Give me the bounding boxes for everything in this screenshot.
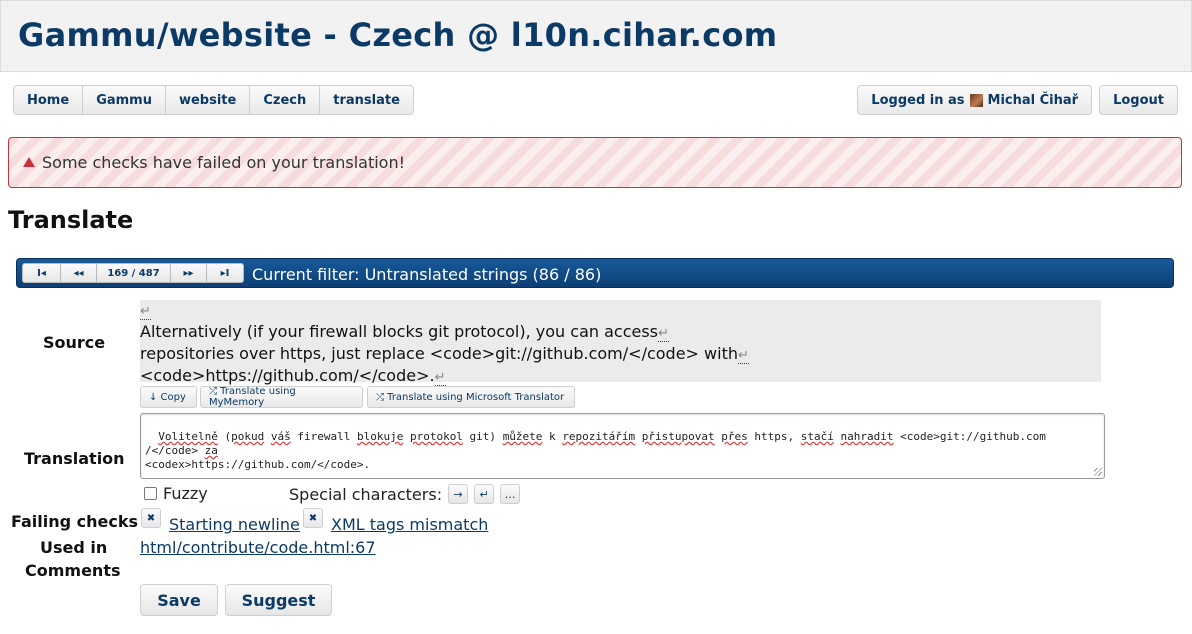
fuzzy-option: Fuzzy	[144, 484, 208, 503]
misspelled-word: za	[204, 444, 218, 457]
copy-button[interactable]: ↓ Copy	[140, 386, 197, 408]
misspelled-word: protokol	[409, 430, 463, 443]
previous-unit-button[interactable]: ◂◂	[60, 263, 96, 283]
translation-text	[264, 430, 271, 443]
translation-text	[403, 430, 410, 443]
save-button[interactable]: Save	[140, 584, 218, 616]
avatar	[969, 93, 983, 107]
unit-navigation-bar: I◂ ◂◂ 169 / 487 ▸▸ ▸I Current filter: Un…	[16, 258, 1174, 288]
misspelled-word: přistupovat	[641, 430, 715, 443]
source-text: ↵ Alternatively (if your firewall blocks…	[140, 300, 1101, 386]
translation-text	[635, 430, 642, 443]
failing-checks-label: Failing checks	[11, 512, 139, 531]
source-location-link[interactable]: html/contribute/code.html:67	[140, 538, 376, 557]
misspelled-word: pokud	[231, 430, 265, 443]
newline-marker: ↵	[434, 370, 446, 386]
insert-newline-button[interactable]: ↵	[474, 484, 495, 504]
dismiss-check-button[interactable]: ✖	[303, 508, 323, 528]
page-title: Translate	[8, 206, 134, 234]
translate-mymemory-button[interactable]: ⤮ Translate using MyMemory	[200, 386, 363, 408]
current-filter: Current filter: Untranslated strings (86…	[252, 265, 602, 284]
comments-label: Comments	[25, 561, 121, 580]
source-line: repositories over https, just replace <c…	[140, 344, 738, 363]
misspelled-word: Volitelně	[158, 430, 218, 443]
misspelled-word: repozitářím	[562, 430, 636, 443]
first-unit-button[interactable]: I◂	[22, 263, 60, 283]
breadcrumb-home[interactable]: Home	[13, 85, 83, 115]
next-unit-button[interactable]: ▸▸	[170, 263, 206, 283]
alert-text: Some checks have failed on your translat…	[42, 153, 406, 172]
failed-checks-alert: Some checks have failed on your translat…	[8, 137, 1182, 188]
user-profile-button[interactable]: Logged in as Michal Čihař	[857, 85, 1093, 115]
breadcrumb-component[interactable]: website	[164, 85, 250, 115]
logout-button[interactable]: Logout	[1099, 85, 1178, 115]
logged-in-label: Logged in as	[871, 92, 965, 108]
dismiss-check-button[interactable]: ✖	[141, 508, 161, 528]
misspelled-word: nahradit	[840, 430, 894, 443]
newline-marker: ↵	[140, 304, 151, 320]
breadcrumb-project[interactable]: Gammu	[82, 85, 165, 115]
breadcrumb-language[interactable]: Czech	[249, 85, 320, 115]
misspelled-word: váš	[270, 430, 291, 443]
newline-marker: ↵	[658, 326, 669, 342]
translation-text: <codex>https://github.com/</code>.	[145, 458, 371, 471]
translate-microsoft-button[interactable]: ⤮ Translate using Microsoft Translator	[367, 386, 575, 408]
site-header: Gammu/website - Czech @ l10n.cihar.com	[0, 0, 1192, 72]
fuzzy-label: Fuzzy	[163, 484, 208, 503]
misspelled-word: můžete	[502, 430, 543, 443]
breadcrumb: Home Gammu website Czech translate	[13, 85, 414, 115]
translation-text: (	[217, 430, 232, 443]
insert-tab-button[interactable]: →	[448, 484, 469, 504]
source-label: Source	[43, 333, 106, 352]
user-name: Michal Čihař	[987, 92, 1079, 108]
site-title: Gammu/website - Czech @ l10n.cihar.com	[18, 16, 778, 54]
newline-marker: ↵	[737, 348, 749, 364]
insert-ellipsis-button[interactable]: ...	[500, 484, 521, 504]
translation-text	[834, 430, 841, 443]
check-starting-newline[interactable]: Starting newline	[169, 515, 300, 534]
translation-text: https,	[747, 430, 801, 443]
misspelled-word: blokuje	[356, 430, 404, 443]
misspelled-word: přes	[721, 430, 748, 443]
user-nav: Logged in as Michal Čihař Logout	[850, 85, 1178, 115]
resize-handle[interactable]	[1094, 468, 1102, 476]
translation-text: firewall	[290, 430, 357, 443]
translation-text: k	[542, 430, 563, 443]
last-unit-button[interactable]: ▸I	[206, 263, 244, 283]
unit-position: 169 / 487	[96, 263, 170, 283]
suggest-button[interactable]: Suggest	[225, 584, 332, 616]
translation-text: git)	[462, 430, 503, 443]
translation-textarea[interactable]: Volitelně (pokud váš firewall blokuje pr…	[140, 413, 1105, 479]
warning-icon	[23, 156, 35, 167]
fuzzy-checkbox[interactable]	[144, 487, 157, 500]
translation-label: Translation	[24, 449, 125, 468]
source-line: <code>https://github.com/</code>.	[140, 366, 435, 385]
used-in-label: Used in	[40, 538, 108, 557]
source-line: Alternatively (if your firewall blocks g…	[140, 322, 659, 341]
special-characters-label: Special characters:	[289, 484, 443, 504]
check-xml-tags-mismatch[interactable]: XML tags mismatch	[331, 515, 488, 534]
breadcrumb-translate[interactable]: translate	[319, 85, 414, 115]
special-characters: Special characters: → ↵ ...	[289, 484, 521, 504]
misspelled-word: stačí	[800, 430, 834, 443]
